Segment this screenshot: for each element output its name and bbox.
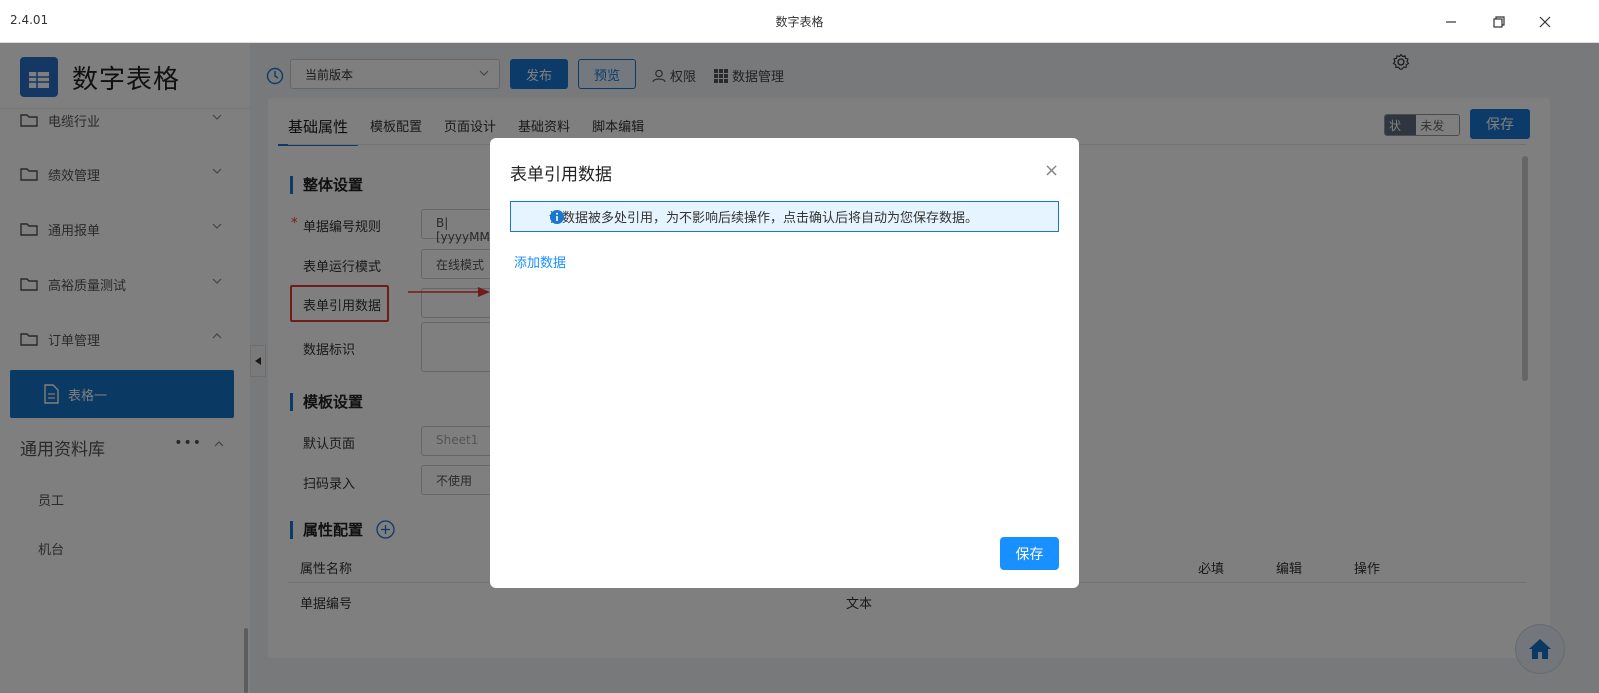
restore-button[interactable] — [1484, 8, 1514, 36]
info-alert: 该数据被多处引用，为不影响后续操作，点击确认后将自动为您保存数据。 — [510, 201, 1059, 232]
minimize-button[interactable] — [1436, 8, 1466, 36]
info-alert-text: 该数据被多处引用，为不影响后续操作，点击确认后将自动为您保存数据。 — [549, 207, 978, 226]
referenced-data-dialog: 表单引用数据 × 该数据被多处引用，为不影响后续操作，点击确认后将自动为您保存数… — [490, 138, 1079, 588]
close-icon — [1539, 16, 1551, 28]
info-icon — [550, 210, 564, 224]
dialog-save-button[interactable]: 保存 — [1000, 537, 1059, 570]
title-bar: 2.4.01 数字表格 — [0, 0, 1599, 43]
restore-icon — [1493, 16, 1505, 28]
close-window-button[interactable] — [1530, 8, 1560, 36]
minimize-icon — [1445, 16, 1457, 28]
add-data-link[interactable]: 添加数据 — [514, 252, 566, 271]
dialog-title: 表单引用数据 — [510, 160, 612, 185]
window-title: 数字表格 — [0, 13, 1599, 30]
close-icon[interactable]: × — [1044, 160, 1059, 181]
